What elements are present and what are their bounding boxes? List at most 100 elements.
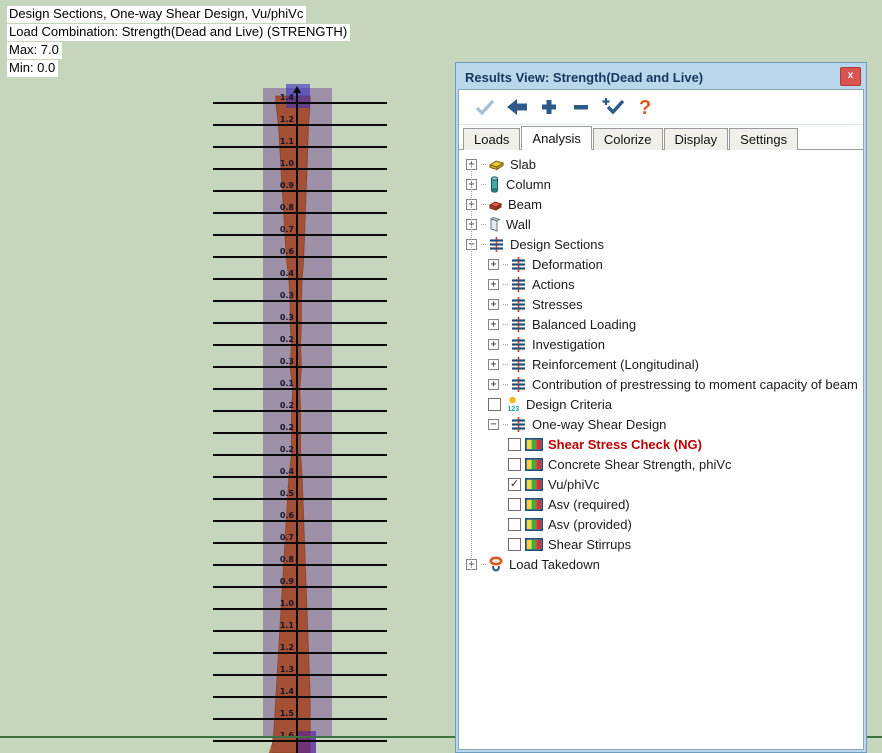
floor-line [213,674,387,676]
expand-icon[interactable]: + [488,279,499,290]
floor-line [213,630,387,632]
floor-value-label: 1.2 [246,643,294,652]
tab-colorize[interactable]: Colorize [593,128,663,150]
tree-item-beam[interactable]: +Beam [459,194,863,214]
close-button[interactable]: x [840,67,861,86]
tree-item-design-sections[interactable]: −Design Sections [459,234,863,254]
checkbox-unchecked[interactable] [508,518,521,531]
tree-item-concrete-shear-strength-phivc[interactable]: Concrete Shear Strength, phiVc [459,454,863,474]
ds-icon [510,316,527,333]
expand-icon[interactable]: + [488,379,499,390]
tree-connector [503,363,508,365]
floor-line [213,718,387,720]
floor-value-label: 0.1 [246,379,294,388]
ds-icon [510,336,527,353]
floor-value-label: 1.4 [246,93,294,102]
tree-item-balanced-loading[interactable]: +Balanced Loading [459,314,863,334]
floor-value-label: 0.9 [246,181,294,190]
help-icon[interactable]: ? [629,93,661,121]
colorbar-icon [525,478,543,491]
floor-line [213,410,387,412]
floor-value-label: 0.3 [246,291,294,300]
tree-item-slab[interactable]: +Slab [459,154,863,174]
tree-item-reinforcement-longitudinal[interactable]: +Reinforcement (Longitudinal) [459,354,863,374]
tree-item-vu-phivc[interactable]: ✓Vu/phiVc [459,474,863,494]
tree-item-wall[interactable]: +Wall [459,214,863,234]
tab-loads[interactable]: Loads [463,128,520,150]
tree-item-label: Stresses [532,297,583,312]
floor-line [213,190,387,192]
tree-item-investigation[interactable]: +Investigation [459,334,863,354]
tree-item-actions[interactable]: + Actions [459,274,863,294]
checkbox-unchecked[interactable] [508,498,521,511]
expand-icon[interactable]: + [488,319,499,330]
checkbox-unchecked[interactable] [508,458,521,471]
floor-line [213,520,387,522]
back-arrow-icon[interactable] [501,93,533,121]
floor-line [213,278,387,280]
expand-icon[interactable]: + [488,339,499,350]
expand-icon[interactable]: + [488,259,499,270]
apply-checks-icon[interactable] [597,93,629,121]
tree-item-column[interactable]: +Column [459,174,863,194]
checkbox-checked[interactable]: ✓ [508,478,521,491]
tree-item-one-way-shear-design[interactable]: − One-way Shear Design [459,414,863,434]
confirm-check-icon[interactable] [469,93,501,121]
tree-connector [481,223,486,225]
colorbar-icon [525,498,543,511]
floor-value-label: 0.2 [246,445,294,454]
tree-item-design-criteria[interactable]: 123Design Criteria [459,394,863,414]
tree-connector [503,423,508,425]
colorbar-icon [525,518,543,531]
floor-value-label: 1.3 [246,665,294,674]
checkbox-unchecked[interactable] [508,438,521,451]
collapse-icon[interactable]: − [488,419,499,430]
ds-icon [510,256,527,273]
floor-value-label: 0.9 [246,577,294,586]
takedown-icon [488,556,504,573]
tree-item-label: One-way Shear Design [532,417,666,432]
expand-icon[interactable]: + [488,359,499,370]
floor-value-label: 1.0 [246,159,294,168]
tree-item-load-takedown[interactable]: +Load Takedown [459,554,863,574]
floor-value-label: 1.5 [246,709,294,718]
tree-item-label: Beam [508,197,542,212]
tree-connector [503,383,508,385]
ds-icon [510,296,527,313]
floor-value-label: 1.0 [246,599,294,608]
tab-display[interactable]: Display [664,128,729,150]
tree-item-label: Contribution of prestressing to moment c… [532,377,858,392]
svg-text:123: 123 [508,406,520,413]
add-icon[interactable] [533,93,565,121]
tree-item-deformation[interactable]: +Deformation [459,254,863,274]
floor-line [213,146,387,148]
tab-strip: LoadsAnalysisColorizeDisplaySettings [459,125,863,150]
floor-line [213,652,387,654]
tree-item-shear-stress-check-ng[interactable]: Shear Stress Check (NG) [459,434,863,454]
floor-value-label: 0.8 [246,203,294,212]
floor-value-label: 0.2 [246,423,294,432]
tree-item-stresses[interactable]: + Stresses [459,294,863,314]
tree-item-asv-provided[interactable]: Asv (provided) [459,514,863,534]
checkbox-unchecked[interactable] [488,398,501,411]
tree-item-label: Actions [532,277,575,292]
results-tree: +Slab+Column+Beam+Wall−Design Sections+D… [459,150,863,749]
tab-analysis[interactable]: Analysis [521,126,591,150]
tree-connector [481,243,486,245]
floor-value-label: 1.1 [246,137,294,146]
checkbox-unchecked[interactable] [508,538,521,551]
tree-root-connector [471,164,472,570]
remove-icon[interactable] [565,93,597,121]
tree-item-contribution-of-prestressing-to-moment-capacity-of-beam[interactable]: + Contribution of prestressing to moment … [459,374,863,394]
expand-icon[interactable]: + [488,299,499,310]
ds-icon [510,416,527,433]
tree-connector [503,303,508,305]
panel-titlebar[interactable]: Results View: Strength(Dead and Live) x [458,65,864,89]
tree-item-label: Wall [506,217,531,232]
tree-item-asv-required[interactable]: Asv (required) [459,494,863,514]
floor-value-label: 0.8 [246,555,294,564]
tab-settings[interactable]: Settings [729,128,798,150]
ds-icon [510,276,527,293]
tree-item-shear-stirrups[interactable]: Shear Stirrups [459,534,863,554]
floor-line [213,300,387,302]
